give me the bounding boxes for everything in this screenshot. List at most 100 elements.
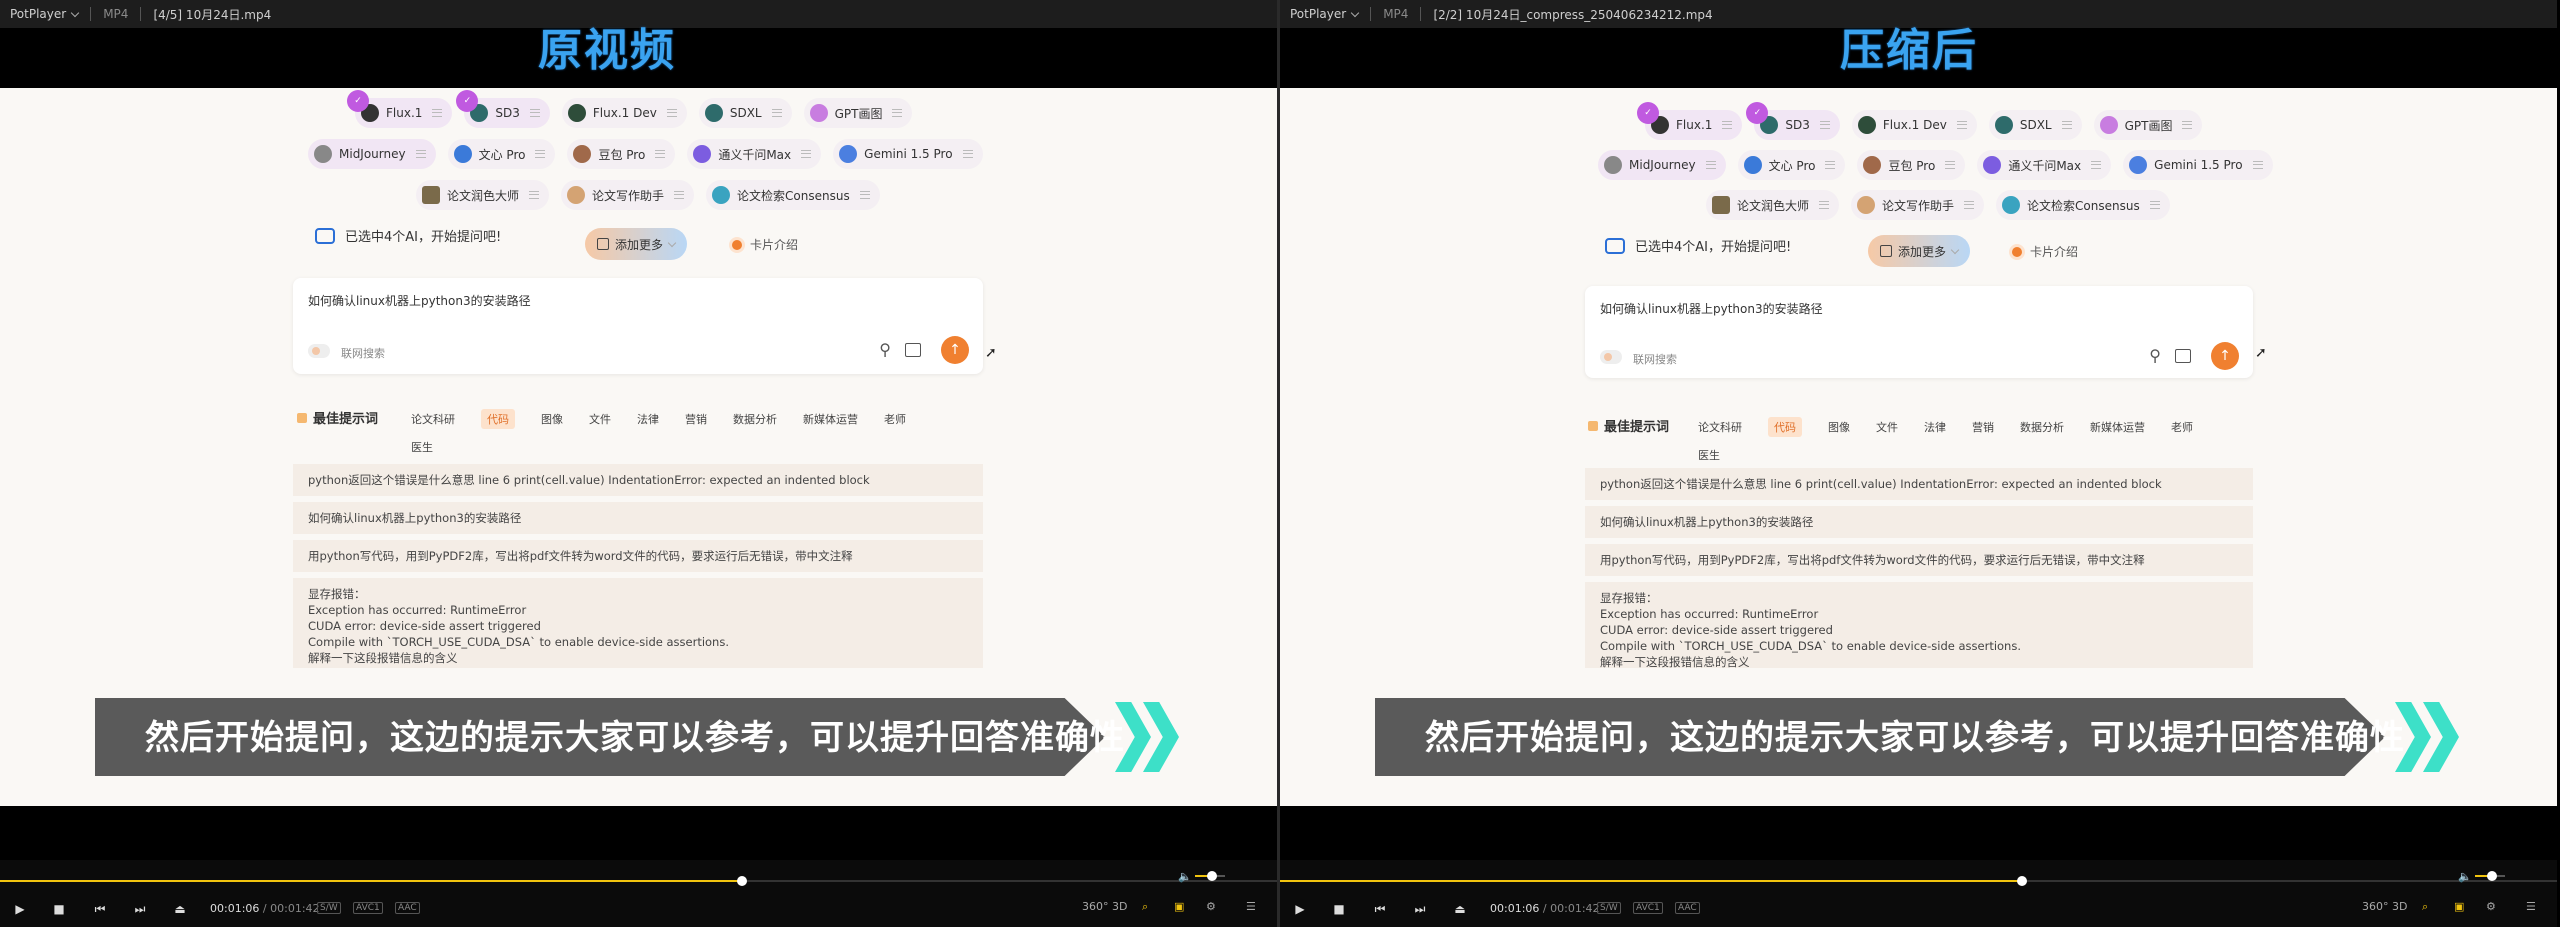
renderer-tag[interactable]: S/W <box>1597 902 1621 914</box>
tab-category[interactable]: 论文科研 <box>411 411 455 429</box>
send-button[interactable]: ↑ <box>2211 342 2239 370</box>
audio-codec-tag[interactable]: AAC <box>395 902 420 914</box>
model-chip[interactable]: SDXL <box>1988 110 2082 140</box>
drag-handle-icon[interactable] <box>1819 201 1830 209</box>
attach-icon[interactable]: ⚲ <box>2149 346 2161 365</box>
card-intro-toggle[interactable]: 卡片介绍 <box>2012 243 2078 260</box>
tab-category[interactable]: 文件 <box>589 411 611 429</box>
drag-handle-icon[interactable] <box>1705 161 1716 169</box>
drag-handle-icon[interactable] <box>1722 121 1733 129</box>
drag-handle-icon[interactable] <box>655 150 666 158</box>
play-icon[interactable]: ▶ <box>12 901 28 917</box>
tab-category-active[interactable]: 代码 <box>1768 417 1802 437</box>
web-search-toggle[interactable] <box>308 344 330 358</box>
model-chip[interactable]: 论文润色大师 <box>1706 190 1840 220</box>
add-more-button[interactable]: 添加更多 <box>585 228 688 260</box>
drag-handle-icon[interactable] <box>2252 161 2263 169</box>
add-more-button[interactable]: 添加更多 <box>1868 235 1971 267</box>
tip-item[interactable]: 用python写代码，用到PyPDF2库，写出将pdf文件转为word文件的代码… <box>1585 544 2253 576</box>
drag-handle-icon[interactable] <box>859 191 870 199</box>
model-chip[interactable]: GPT画图 <box>803 98 913 128</box>
drag-handle-icon[interactable] <box>1956 121 1967 129</box>
tip-item[interactable]: 用python写代码，用到PyPDF2库，写出将pdf文件转为word文件的代码… <box>293 540 983 572</box>
video-codec-tag[interactable]: AVC1 <box>1633 902 1663 914</box>
tab-category[interactable]: 图像 <box>1828 419 1850 437</box>
tab-category[interactable]: 新媒体运营 <box>803 411 858 429</box>
eject-icon[interactable]: ⏏ <box>1452 901 1468 917</box>
drag-handle-icon[interactable] <box>2149 201 2160 209</box>
seek-bar[interactable] <box>0 876 1277 886</box>
drag-handle-icon[interactable] <box>535 150 546 158</box>
capture-icon[interactable]: ▣ <box>1174 900 1184 913</box>
drag-handle-icon[interactable] <box>771 109 782 117</box>
previous-icon[interactable]: ⏮ <box>1372 901 1388 917</box>
drag-handle-icon[interactable] <box>1945 161 1956 169</box>
model-chip[interactable]: Gemini 1.5 Pro <box>833 139 983 169</box>
eject-icon[interactable]: ⏏ <box>172 901 188 917</box>
volume-slider[interactable] <box>2475 871 2505 881</box>
stop-icon[interactable]: ■ <box>51 901 67 917</box>
gear-icon[interactable]: ⚙ <box>1206 900 1216 913</box>
app-menu[interactable]: PotPlayer <box>1290 7 1360 21</box>
tip-item[interactable]: 显存报错： Exception has occurred: RuntimeErr… <box>1585 582 2253 669</box>
model-chip[interactable]: 文心 Pro <box>447 139 556 169</box>
drag-handle-icon[interactable] <box>529 191 540 199</box>
tab-category[interactable]: 图像 <box>541 411 563 429</box>
volume-icon[interactable]: 🔈 <box>1178 870 1192 883</box>
drag-handle-icon[interactable] <box>415 150 426 158</box>
drag-handle-icon[interactable] <box>666 109 677 117</box>
drag-handle-icon[interactable] <box>892 109 903 117</box>
vr-360-icon[interactable]: 360° <box>1082 900 1109 913</box>
model-chip[interactable]: 豆包 Pro <box>1857 150 1966 180</box>
image-icon[interactable] <box>2175 349 2191 363</box>
menu-icon[interactable]: ☰ <box>2526 900 2536 913</box>
model-chip[interactable]: ✓ Flux.1 <box>347 90 453 128</box>
model-chip[interactable]: 通义千问Max <box>1977 150 2112 180</box>
tab-category[interactable]: 老师 <box>884 411 906 429</box>
model-chip[interactable]: 论文润色大师 <box>416 180 550 210</box>
video-codec-tag[interactable]: AVC1 <box>353 902 383 914</box>
renderer-tag[interactable]: S/W <box>317 902 341 914</box>
menu-icon[interactable]: ☰ <box>1246 900 1256 913</box>
3d-icon[interactable]: 3D <box>1112 900 1127 913</box>
tip-item[interactable]: 如何确认linux机器上python3的安装路径 <box>293 502 983 534</box>
volume-knob[interactable] <box>2486 871 2497 881</box>
drag-handle-icon[interactable] <box>2061 121 2072 129</box>
previous-icon[interactable]: ⏮ <box>92 901 108 917</box>
tip-item[interactable]: python返回这个错误是什么意思 line 6 print(cell.valu… <box>1585 468 2253 500</box>
tip-item[interactable]: 如何确认linux机器上python3的安装路径 <box>1585 506 2253 538</box>
tip-item[interactable]: 显存报错： Exception has occurred: RuntimeErr… <box>293 578 983 668</box>
model-chip[interactable]: Gemini 1.5 Pro <box>2123 150 2273 180</box>
audio-codec-tag[interactable]: AAC <box>1675 902 1700 914</box>
image-icon[interactable] <box>905 343 921 357</box>
attach-icon[interactable]: ⚲ <box>879 340 891 359</box>
tab-category[interactable]: 营销 <box>685 411 707 429</box>
model-chip[interactable]: SDXL <box>698 98 792 128</box>
model-chip[interactable]: 文心 Pro <box>1737 150 1846 180</box>
vr-360-icon[interactable]: 360° <box>2362 900 2389 913</box>
gear-icon[interactable]: ⚙ <box>2486 900 2496 913</box>
drag-handle-icon[interactable] <box>529 109 540 117</box>
drag-handle-icon[interactable] <box>1819 121 1830 129</box>
model-chip[interactable]: 通义千问Max <box>687 139 822 169</box>
capture-icon[interactable]: ▣ <box>2454 900 2464 913</box>
model-chip[interactable]: MidJourney <box>308 139 436 169</box>
model-chip[interactable]: 豆包 Pro <box>567 139 676 169</box>
drag-handle-icon[interactable] <box>674 191 685 199</box>
3d-icon[interactable]: 3D <box>2392 900 2407 913</box>
next-icon[interactable]: ⏭ <box>132 901 148 917</box>
drag-handle-icon[interactable] <box>962 150 973 158</box>
stop-icon[interactable]: ■ <box>1331 901 1347 917</box>
tab-category[interactable]: 法律 <box>637 411 659 429</box>
app-menu[interactable]: PotPlayer <box>10 7 80 21</box>
seek-knob[interactable] <box>736 876 747 886</box>
model-chip[interactable]: Flux.1 Dev <box>1851 110 1977 140</box>
search-icon[interactable]: ⌕ <box>1142 900 1148 914</box>
tab-category[interactable]: 数据分析 <box>2020 419 2064 437</box>
search-icon[interactable]: ⌕ <box>2422 900 2428 914</box>
question-input[interactable]: 如何确认linux机器上python3的安装路径 联网搜索 ⚲ ↑ <box>1585 286 2253 378</box>
drag-handle-icon[interactable] <box>1825 161 1836 169</box>
tab-category[interactable]: 医生 <box>411 439 433 455</box>
seek-bar[interactable] <box>1280 876 2557 886</box>
tab-category[interactable]: 数据分析 <box>733 411 777 429</box>
